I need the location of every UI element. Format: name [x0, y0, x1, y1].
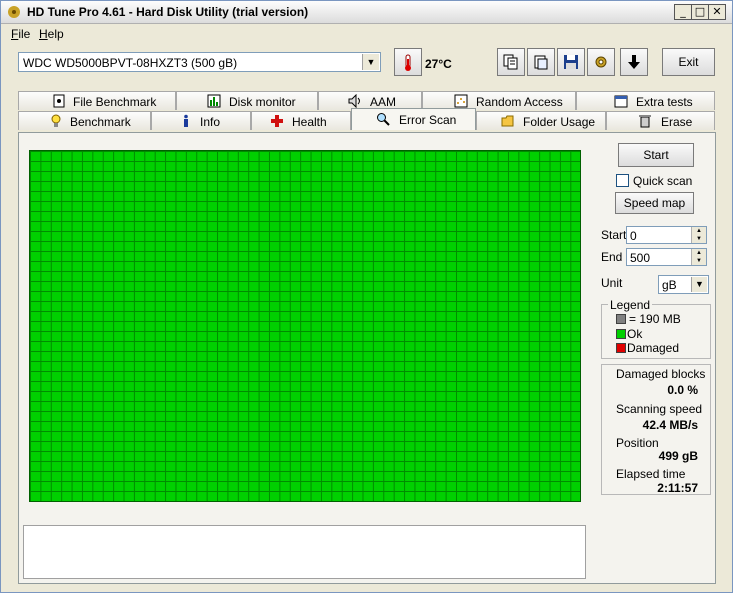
- legend-block-swatch: [616, 314, 626, 324]
- scanning-speed-value: 42.4 MB/s: [642, 418, 698, 432]
- tab-label: Extra tests: [636, 95, 693, 109]
- window-title: HD Tune Pro 4.61 - Hard Disk Utility (tr…: [27, 5, 309, 19]
- chevron-down-icon[interactable]: ▼: [362, 54, 379, 70]
- legend-ok-swatch: [616, 329, 626, 339]
- bar-chart-icon: [207, 94, 221, 108]
- file-benchmark-icon: [53, 94, 65, 108]
- tab-label: Random Access: [476, 95, 563, 109]
- end-field[interactable]: 500 ▲ ▼: [626, 248, 707, 266]
- scanning-speed-label: Scanning speed: [616, 402, 703, 416]
- app-window: HD Tune Pro 4.61 - Hard Disk Utility (tr…: [0, 0, 733, 593]
- menu-file[interactable]: File: [11, 27, 30, 41]
- legend-ok-label: Ok: [627, 327, 643, 341]
- tab-info[interactable]: Info: [151, 111, 251, 130]
- spinner-arrows-icon[interactable]: ▲ ▼: [691, 227, 706, 243]
- menu-bar: File Help: [1, 24, 732, 42]
- tab-error-scan[interactable]: Error Scan: [351, 108, 476, 130]
- position-label: Position: [616, 436, 659, 450]
- speed-map-button[interactable]: Speed map: [615, 192, 694, 214]
- end-field-label: End: [601, 250, 623, 264]
- tab-label: Disk monitor: [229, 95, 296, 109]
- tab-extra-tests[interactable]: Extra tests: [576, 91, 715, 110]
- tab-label: Erase: [661, 115, 693, 129]
- legend-damaged-swatch: [616, 343, 626, 353]
- copy-icon: [503, 54, 518, 70]
- lightbulb-icon: [51, 114, 61, 127]
- tab-label: AAM: [370, 95, 397, 109]
- exit-button[interactable]: Exit: [662, 48, 715, 76]
- random-access-icon: [454, 94, 468, 108]
- temperature-value: 27°C: [425, 57, 452, 71]
- save-button[interactable]: [557, 48, 585, 76]
- damaged-blocks-label: Damaged blocks: [616, 367, 706, 381]
- tab-label: Info: [200, 115, 221, 129]
- close-button[interactable]: ✕: [708, 4, 726, 20]
- tab-benchmark[interactable]: Benchmark: [18, 111, 151, 130]
- tab-label: Benchmark: [70, 115, 131, 129]
- elapsed-time-value: 2:11:57: [657, 481, 698, 495]
- folder-icon: [501, 115, 514, 127]
- start-field[interactable]: 0 ▲ ▼: [626, 226, 707, 244]
- spinner-arrows-icon[interactable]: ▲ ▼: [691, 249, 706, 265]
- floppy-icon: [564, 55, 578, 69]
- legend-damaged-label: Damaged: [627, 341, 680, 355]
- title-bar: HD Tune Pro 4.61 - Hard Disk Utility (tr…: [1, 1, 732, 24]
- legend-title: Legend: [608, 298, 653, 312]
- tab-label: File Benchmark: [73, 95, 157, 109]
- damaged-blocks-value: 0.0 %: [667, 383, 698, 397]
- info-icon: [184, 114, 188, 127]
- maximize-button[interactable]: □: [691, 4, 709, 20]
- tab-folder-usage[interactable]: Folder Usage: [476, 111, 606, 130]
- app-icon: [8, 6, 20, 18]
- position-value: 499 gB: [658, 449, 698, 463]
- tab-label: Error Scan: [399, 113, 457, 127]
- clipboard-icon: [534, 55, 548, 70]
- unit-select[interactable]: gB ▼: [658, 275, 709, 294]
- tab-label: Folder Usage: [523, 115, 596, 129]
- options-button[interactable]: [587, 48, 615, 76]
- quick-scan-checkbox[interactable]: [616, 174, 629, 187]
- start-scan-button[interactable]: Start: [618, 143, 694, 167]
- tab-file-benchmark[interactable]: File Benchmark: [18, 91, 176, 110]
- unit-label: Unit: [601, 276, 623, 290]
- legend-block-label: = 190 MB: [629, 312, 681, 326]
- scan-block-map: [29, 150, 581, 502]
- extra-tests-icon: [614, 95, 628, 108]
- tab-disk-monitor[interactable]: Disk monitor: [176, 91, 318, 110]
- drive-select-value: WDC WD5000BPVT-08HXZT3 (500 gB): [23, 56, 238, 70]
- unit-select-value: gB: [662, 278, 677, 292]
- health-cross-icon: [271, 115, 283, 127]
- magnifier-icon: [377, 113, 390, 126]
- toolbar: WDC WD5000BPVT-08HXZT3 (500 gB) ▼ 27°C E…: [1, 43, 732, 87]
- menu-help[interactable]: Help: [39, 27, 64, 41]
- drive-select[interactable]: WDC WD5000BPVT-08HXZT3 (500 gB) ▼: [18, 52, 381, 72]
- tab-erase[interactable]: Erase: [606, 111, 715, 130]
- start-field-label: Start: [601, 228, 627, 242]
- chevron-down-icon[interactable]: ▼: [691, 277, 707, 292]
- copy-screenshot-button[interactable]: [527, 48, 555, 76]
- end-field-value: 500: [630, 251, 651, 265]
- speaker-icon: [348, 94, 360, 108]
- elapsed-time-label: Elapsed time: [616, 467, 686, 481]
- temperature-button[interactable]: [394, 48, 422, 76]
- start-field-value: 0: [630, 229, 637, 243]
- arrow-down-icon: [628, 55, 640, 69]
- scan-log[interactable]: [23, 525, 586, 579]
- tab-health[interactable]: Health: [251, 111, 351, 130]
- minimize-button[interactable]: _: [674, 4, 692, 20]
- download-button[interactable]: [620, 48, 648, 76]
- copy-text-button[interactable]: [497, 48, 525, 76]
- gear-icon: [595, 56, 607, 68]
- tab-label: Health: [292, 115, 327, 129]
- thermometer-icon: [405, 54, 411, 71]
- trash-icon: [639, 115, 651, 128]
- quick-scan-label: Quick scan: [633, 174, 693, 188]
